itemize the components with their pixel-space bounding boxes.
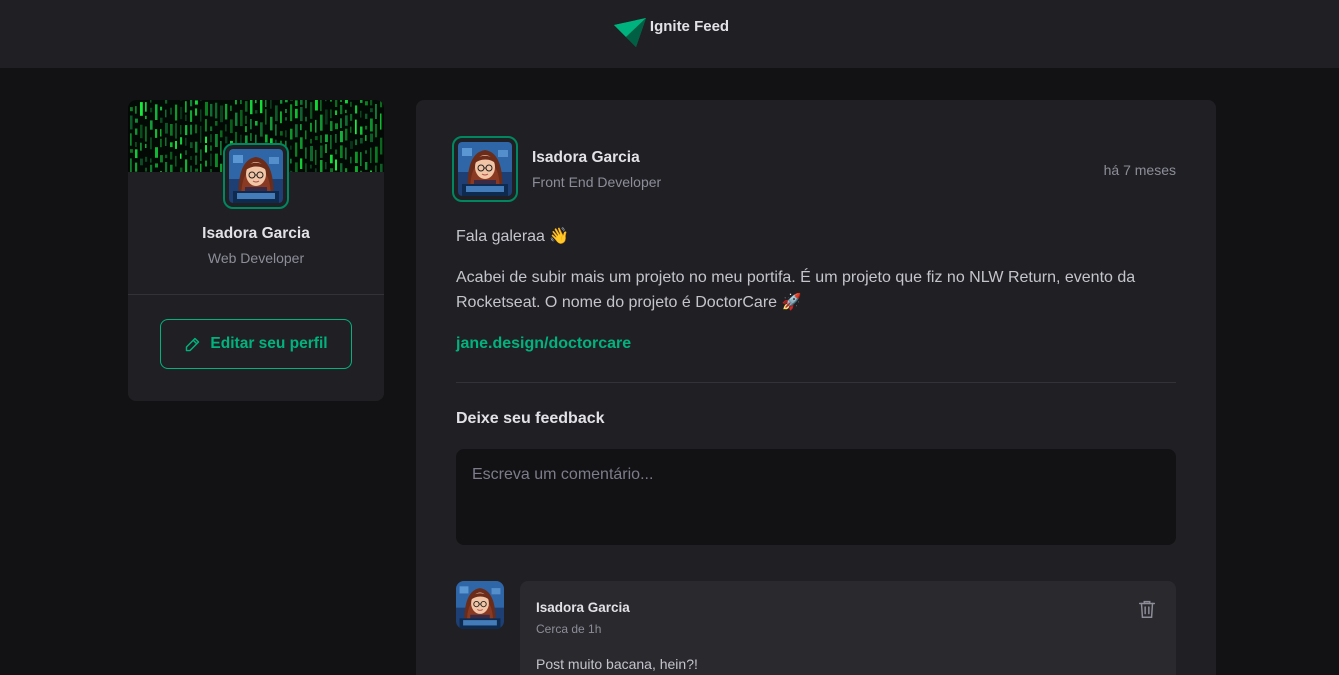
profile-name: Isadora Garcia	[202, 225, 310, 242]
post-author-role: Front End Developer	[532, 174, 662, 190]
app-header: Ignite Feed	[0, 0, 1339, 68]
comment-author-avatar[interactable]	[456, 581, 504, 629]
profile-sidebar: Isadora Garcia Web Developer Editar seu …	[128, 100, 384, 401]
comment-card: Isadora Garcia Cerca de 1h Post muito ba…	[520, 581, 1176, 675]
ignite-logo-icon	[613, 18, 646, 47]
post-content: Fala galeraa 👋 Acabei de subir mais um p…	[456, 224, 1176, 372]
feedback-title: Deixe seu feedback	[456, 410, 605, 427]
trash-icon	[1138, 600, 1156, 618]
comment-input[interactable]	[456, 449, 1176, 545]
post-body: Acabei de subir mais um projeto no meu p…	[456, 269, 1136, 311]
delete-comment-button[interactable]	[1136, 597, 1160, 621]
comment-time: Cerca de 1h	[536, 622, 602, 636]
divider	[456, 382, 1176, 383]
divider	[128, 294, 384, 295]
profile-role: Web Developer	[207, 250, 305, 266]
pencil-icon	[186, 337, 200, 351]
post-author-name: Isadora Garcia	[532, 149, 640, 166]
app-name: Ignite Feed	[649, 17, 730, 35]
avatar[interactable]	[223, 143, 289, 209]
edit-profile-label: Editar seu perfil	[210, 335, 328, 352]
comment-author-name: Isadora Garcia	[536, 600, 630, 615]
edit-profile-button[interactable]: Editar seu perfil	[160, 319, 352, 369]
post-link[interactable]: jane.design/doctorcare	[456, 335, 631, 352]
post-author-avatar[interactable]	[452, 136, 518, 202]
post-card: Isadora Garcia Front End Developer há 7 …	[416, 100, 1216, 675]
brand[interactable]: Ignite Feed	[612, 17, 729, 51]
post-time: há 7 meses	[1103, 162, 1176, 178]
post-greeting: Fala galeraa 👋	[456, 228, 570, 245]
comment-text: Post muito bacana, hein?!	[536, 656, 698, 672]
